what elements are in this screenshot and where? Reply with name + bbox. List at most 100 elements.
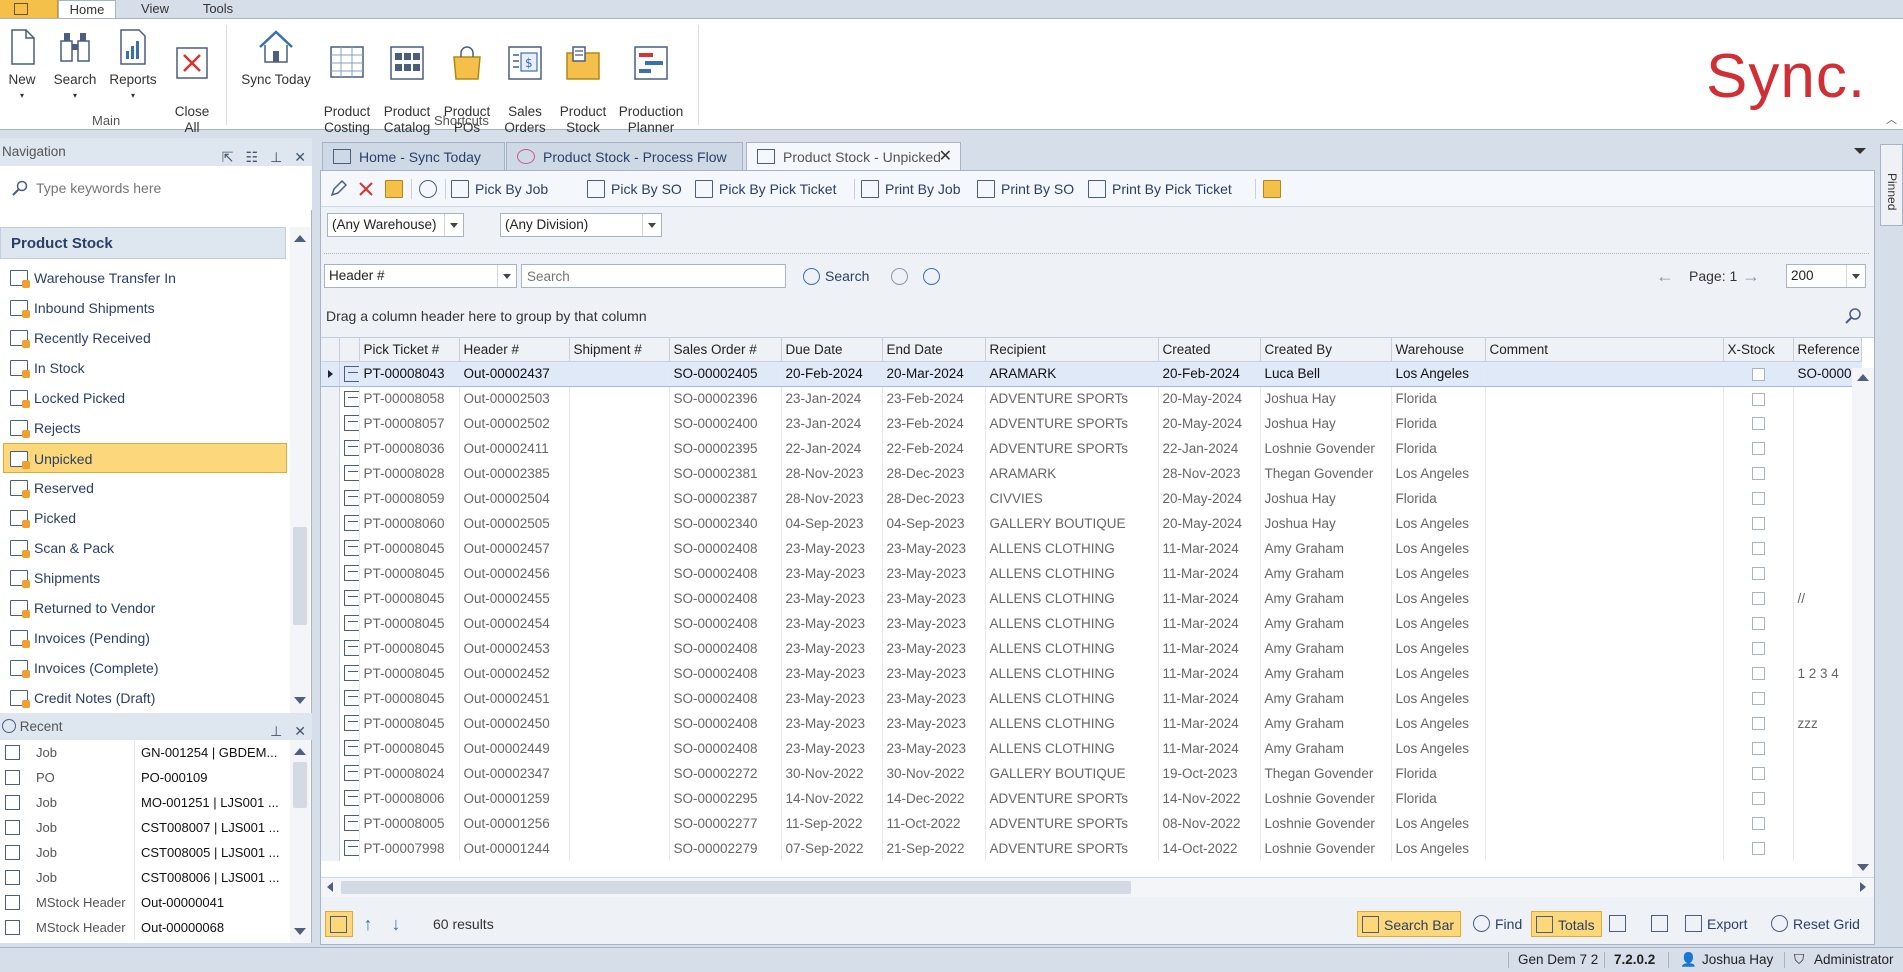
cell-sales-order[interactable]: SO-00002408 <box>669 661 782 686</box>
cell-shipment[interactable] <box>569 711 670 736</box>
x-stock-checkbox[interactable] <box>1751 467 1765 480</box>
x-stock-checkbox[interactable] <box>1751 442 1765 455</box>
cell-due-date[interactable]: 28-Nov-2023 <box>781 461 883 486</box>
sort-down-button[interactable]: ↓ <box>383 911 409 937</box>
table-row[interactable]: PT-00008006 Out-00001259 SO-00002295 14-Nov… <box>321 786 1862 811</box>
table-row[interactable]: PT-00008045 Out-00002450 SO-00002408 23-May… <box>321 711 1862 736</box>
cell-reference[interactable] <box>1793 436 1862 461</box>
cell-reference[interactable] <box>1793 536 1862 561</box>
cell-shipment[interactable] <box>569 736 670 761</box>
cell-created[interactable]: 20-Feb-2024 <box>1158 360 1261 387</box>
x-stock-checkbox[interactable] <box>1751 642 1765 655</box>
cell-created[interactable]: 11-Mar-2024 <box>1158 611 1261 636</box>
scroll-thumb[interactable] <box>341 881 1131 894</box>
x-stock-checkbox-cell[interactable] <box>1723 586 1794 611</box>
col-created-by[interactable]: Created By <box>1260 338 1392 362</box>
nav-item-invoices-pending[interactable]: Invoices (Pending) <box>0 623 290 653</box>
cell-end-date[interactable]: 20-Mar-2024 <box>882 360 986 387</box>
cell-header[interactable]: Out-00002347 <box>459 761 570 786</box>
cell-recipient[interactable]: ADVENTURE SPORTs <box>985 411 1159 436</box>
cell-due-date[interactable]: 11-Sep-2022 <box>781 811 883 836</box>
division-select[interactable]: (Any Division) <box>500 213 662 237</box>
cell-recipient[interactable]: CIVVIES <box>985 486 1159 511</box>
cell-created-by[interactable]: Amy Graham <box>1260 611 1392 636</box>
cell-due-date[interactable]: 20-Feb-2024 <box>781 360 883 387</box>
cell-due-date[interactable]: 23-May-2023 <box>781 611 883 636</box>
cell-shipment[interactable] <box>569 436 670 461</box>
cell-warehouse[interactable]: Florida <box>1391 761 1486 786</box>
tab-home-sync-today[interactable]: Home - Sync Today <box>322 142 505 170</box>
cell-header[interactable]: Out-00001259 <box>459 786 570 811</box>
cell-created[interactable]: 19-Oct-2023 <box>1158 761 1261 786</box>
cell-recipient[interactable]: ALLENS CLOTHING <box>985 736 1159 761</box>
cell-comment[interactable] <box>1485 386 1724 411</box>
cell-end-date[interactable]: 21-Sep-2022 <box>882 836 986 861</box>
x-stock-checkbox[interactable] <box>1751 792 1765 805</box>
cell-warehouse[interactable]: Florida <box>1391 486 1486 511</box>
table-row[interactable]: PT-00008045 Out-00002451 SO-00002408 23-May… <box>321 686 1862 711</box>
cell-sales-order[interactable]: SO-00002395 <box>669 436 782 461</box>
row-open-cell[interactable] <box>339 461 360 486</box>
x-stock-checkbox-cell[interactable] <box>1723 786 1794 811</box>
x-stock-checkbox[interactable] <box>1751 592 1765 605</box>
cell-warehouse[interactable]: Los Angeles <box>1391 811 1486 836</box>
cell-end-date[interactable]: 14-Dec-2022 <box>882 786 986 811</box>
cell-shipment[interactable] <box>569 636 670 661</box>
cell-header[interactable]: Out-00001244 <box>459 836 570 861</box>
previous-page-icon[interactable]: ← <box>1656 264 1674 288</box>
cell-recipient[interactable]: ADVENTURE SPORTs <box>985 811 1159 836</box>
cell-created-by[interactable]: Joshua Hay <box>1260 411 1392 436</box>
cell-due-date[interactable]: 23-May-2023 <box>781 536 883 561</box>
x-stock-checkbox-cell[interactable] <box>1723 411 1794 436</box>
cell-created[interactable]: 20-May-2024 <box>1158 386 1261 411</box>
cell-pick-ticket[interactable]: PT-00008043 <box>359 360 460 387</box>
row-indicator[interactable] <box>321 386 340 411</box>
col-x-stock[interactable]: X-Stock <box>1723 338 1794 362</box>
cell-pick-ticket[interactable]: PT-00008045 <box>359 536 460 561</box>
cell-end-date[interactable]: 30-Nov-2022 <box>882 761 986 786</box>
table-row[interactable]: PT-00008059 Out-00002504 SO-00002387 28-Nov… <box>321 486 1862 511</box>
x-stock-checkbox-cell[interactable] <box>1723 686 1794 711</box>
row-indicator[interactable] <box>321 661 340 686</box>
x-stock-checkbox-cell[interactable] <box>1723 536 1794 561</box>
x-stock-checkbox[interactable] <box>1751 417 1765 430</box>
cell-due-date[interactable]: 23-May-2023 <box>781 561 883 586</box>
table-row[interactable]: PT-00008036 Out-00002411 SO-00002395 22-Jan… <box>321 436 1862 461</box>
pick-by-pick-ticket-button[interactable]: Pick By Pick Ticket <box>693 177 836 201</box>
cell-shipment[interactable] <box>569 486 670 511</box>
cell-created[interactable]: 28-Nov-2023 <box>1158 461 1261 486</box>
x-stock-checkbox-cell[interactable] <box>1723 461 1794 486</box>
cell-reference[interactable] <box>1793 461 1862 486</box>
tab-product-stock-process-flow[interactable]: Product Stock - Process Flow <box>506 142 743 170</box>
cell-created[interactable]: 11-Mar-2024 <box>1158 636 1261 661</box>
cell-created-by[interactable]: Amy Graham <box>1260 736 1392 761</box>
cell-created[interactable]: 20-May-2024 <box>1158 411 1261 436</box>
cell-shipment[interactable] <box>569 761 670 786</box>
cell-comment[interactable] <box>1485 761 1724 786</box>
cell-comment[interactable] <box>1485 711 1724 736</box>
col-pick-ticket[interactable]: Pick Ticket # <box>359 338 460 362</box>
cell-recipient[interactable]: ALLENS CLOTHING <box>985 586 1159 611</box>
cell-reference[interactable] <box>1793 386 1862 411</box>
table-row[interactable]: PT-00008045 Out-00002455 SO-00002408 23-May… <box>321 586 1862 611</box>
nav-item-inbound-shipments[interactable]: Inbound Shipments <box>0 293 290 323</box>
cell-warehouse[interactable]: Los Angeles <box>1391 360 1486 387</box>
scroll-thumb[interactable] <box>1852 368 1866 478</box>
cell-header[interactable]: Out-00002454 <box>459 611 570 636</box>
ribbon-tab-tools[interactable]: Tools <box>190 0 246 19</box>
col-reference[interactable]: Reference <box>1793 338 1862 362</box>
x-stock-checkbox[interactable] <box>1751 367 1765 381</box>
cell-reference[interactable] <box>1793 761 1862 786</box>
x-stock-checkbox[interactable] <box>1751 492 1765 505</box>
col-end-date[interactable]: End Date <box>882 338 986 362</box>
nav-search-input[interactable] <box>36 176 286 200</box>
cell-comment[interactable] <box>1485 611 1724 636</box>
find-button[interactable]: Find <box>1469 911 1522 937</box>
recent-item[interactable]: MStock Header Out-00000068 <box>0 915 290 940</box>
nav-item-locked-picked[interactable]: Locked Picked <box>0 383 290 413</box>
row-open-cell[interactable] <box>339 436 360 461</box>
x-stock-checkbox-cell[interactable] <box>1723 511 1794 536</box>
grid-scrollbar[interactable] <box>1852 368 1874 877</box>
cell-warehouse[interactable]: Los Angeles <box>1391 661 1486 686</box>
recent-item[interactable]: Job CST008007 | LJS001 ... <box>0 815 290 840</box>
